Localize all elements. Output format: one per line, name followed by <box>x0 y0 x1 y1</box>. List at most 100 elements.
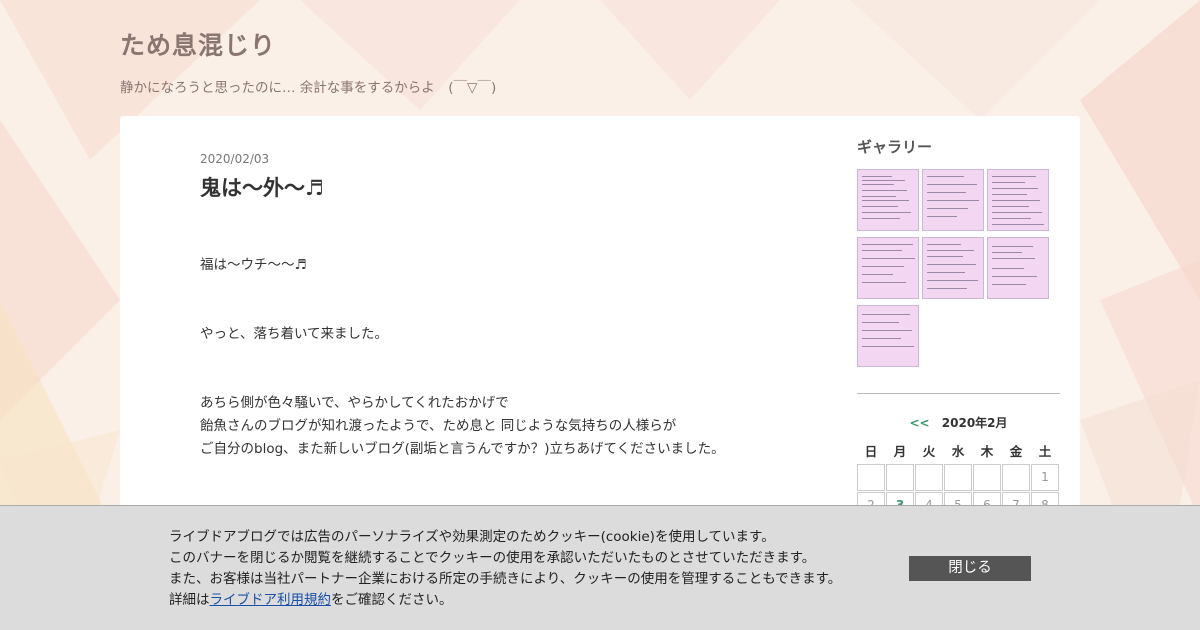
gallery-thumbnail[interactable] <box>857 305 919 367</box>
article-title[interactable]: 鬼は〜外〜♬ <box>200 172 780 202</box>
calendar-weekday: 木 <box>980 444 994 459</box>
thumbnail-text-line <box>927 216 957 217</box>
calendar-header: << 2020年2月 <box>857 414 1060 431</box>
thumbnail-text-line <box>927 192 966 193</box>
article-line: あちら側が色々騒いで、やらかしてくれたおかげで <box>200 395 509 411</box>
thumbnail-text-line <box>927 208 968 209</box>
thumbnail-text-line <box>862 266 904 267</box>
thumbnail-text-line <box>862 258 915 259</box>
article-line: やっと、落ち着いて来ました。 <box>200 326 389 342</box>
thumbnail-text-line <box>927 250 974 251</box>
calendar-day: 1 <box>1031 464 1059 491</box>
calendar-empty-cell <box>1002 464 1030 491</box>
thumbnail-text-line <box>992 212 1042 213</box>
thumbnail-text-line <box>992 224 1044 225</box>
thumbnail-text-line <box>862 196 896 197</box>
sidebar: ギャラリー << 2020年2月 日月火水木金土12345678 <box>857 136 1060 519</box>
cookie-detail-suffix: をご確認ください。 <box>331 592 453 608</box>
gallery-thumbnail[interactable] <box>857 237 919 299</box>
thumbnail-text-line <box>862 322 899 323</box>
site-header: ため息混じり 静かになろうと思ったのに… 余計な事をするからよ (￣▽￣) <box>120 26 496 96</box>
gallery-thumbnail[interactable] <box>857 169 919 231</box>
site-title[interactable]: ため息混じり <box>120 26 496 62</box>
thumbnail-text-line <box>927 176 964 177</box>
article-body: 福は〜ウチ〜〜♬ やっと、落ち着いて来ました。 あちら側が色々騒いで、やらかして… <box>200 254 780 461</box>
calendar-month: 2020年2月 <box>941 416 1008 430</box>
calendar-weekday: 水 <box>951 444 965 459</box>
article-date: 2020/02/03 <box>200 152 270 166</box>
calendar-empty-cell <box>886 464 914 491</box>
thumbnail-text-line <box>927 256 963 257</box>
thumbnail-text-line <box>862 176 892 177</box>
thumbnail-text-line <box>927 184 977 185</box>
article-paragraph: やっと、落ち着いて来ました。 <box>200 323 780 346</box>
calendar-empty-cell <box>973 464 1001 491</box>
cookie-text: ライブドアブログでは広告のパーソナライズや効果測定のためクッキー(cookie)… <box>169 527 841 611</box>
gallery-thumbnail[interactable] <box>922 237 984 299</box>
calendar-weekday: 土 <box>1038 444 1052 459</box>
thumbnail-text-line <box>992 200 1040 201</box>
calendar-empty-cell <box>944 464 972 491</box>
calendar-empty-cell <box>915 464 943 491</box>
thumbnail-text-line <box>992 246 1033 247</box>
article-line: 飴魚さんのブログが知れ渡ったようで、ため息と 同じような気持ちの人様らが <box>200 418 677 434</box>
cookie-close-button[interactable]: 閉じる <box>909 556 1031 581</box>
thumbnail-text-line <box>862 218 900 219</box>
sidebar-divider <box>857 393 1060 394</box>
thumbnail-text-line <box>862 314 910 315</box>
thumbnail-text-line <box>862 338 901 339</box>
gallery-grid <box>857 169 1060 367</box>
thumbnail-text-line <box>992 284 1026 285</box>
gallery-title: ギャラリー <box>857 138 933 156</box>
cookie-banner: ライブドアブログでは広告のパーソナライズや効果測定のためクッキー(cookie)… <box>0 505 1200 630</box>
calendar-weekday: 月 <box>893 444 907 459</box>
article: 2020/02/03 鬼は〜外〜♬ 福は〜ウチ〜〜♬ やっと、落ち着いて来ました… <box>200 152 780 507</box>
calendar-weekday: 火 <box>922 444 936 459</box>
gallery-thumbnail[interactable] <box>987 237 1049 299</box>
thumbnail-text-line <box>927 280 978 281</box>
thumbnail-text-line <box>862 180 905 181</box>
calendar: << 2020年2月 日月火水木金土12345678 <box>857 414 1060 519</box>
thumbnail-text-line <box>992 182 1025 183</box>
thumbnail-text-line <box>992 268 1024 269</box>
thumbnail-text-line <box>992 194 1027 195</box>
thumbnail-text-line <box>992 188 1038 189</box>
thumbnail-text-line <box>862 190 907 191</box>
thumbnail-text-line <box>862 250 902 251</box>
thumbnail-text-line <box>862 346 914 347</box>
calendar-weekday: 日 <box>864 444 878 459</box>
article-line: 福は〜ウチ〜〜♬ <box>200 257 307 273</box>
article-line: ご自分のblog、また新しいブログ(副垢と言うんですか？)立ちあげてくださいまし… <box>200 441 725 457</box>
gallery-thumbnail[interactable] <box>922 169 984 231</box>
article-paragraph: あちら側が色々騒いで、やらかしてくれたおかげで 飴魚さんのブログが知れ渡ったよう… <box>200 392 780 461</box>
cookie-detail-line: 詳細はライブドア利用規約をご確認ください。 <box>169 590 841 611</box>
thumbnail-text-line <box>992 218 1031 219</box>
thumbnail-text-line <box>862 330 912 331</box>
thumbnail-text-line <box>862 184 894 185</box>
thumbnail-text-line <box>862 200 909 201</box>
thumbnail-text-line <box>992 206 1029 207</box>
thumbnail-text-line <box>927 288 967 289</box>
thumbnail-text-line <box>927 264 976 265</box>
cookie-line: このバナーを閉じるか閲覧を継続することでクッキーの使用を承認いただいたものとさせ… <box>169 550 816 566</box>
calendar-prev-link[interactable]: << <box>909 416 929 430</box>
terms-link[interactable]: ライブドア利用規約 <box>210 592 332 608</box>
site-description: 静かになろうと思ったのに… 余計な事をするからよ (￣▽￣) <box>120 80 497 96</box>
thumbnail-text-line <box>992 276 1037 277</box>
thumbnail-text-line <box>862 282 906 283</box>
thumbnail-text-line <box>992 176 1036 177</box>
thumbnail-text-line <box>862 212 911 213</box>
article-paragraph: 福は〜ウチ〜〜♬ <box>200 254 780 277</box>
thumbnail-text-line <box>992 258 1035 259</box>
thumbnail-text-line <box>927 244 961 245</box>
gallery-thumbnail[interactable] <box>987 169 1049 231</box>
thumbnail-text-line <box>927 272 965 273</box>
thumbnail-text-line <box>862 206 898 207</box>
cookie-line: ライブドアブログでは広告のパーソナライズや効果測定のためクッキー(cookie)… <box>169 529 775 545</box>
thumbnail-text-line <box>862 244 913 245</box>
thumbnail-text-line <box>862 274 893 275</box>
calendar-weekday: 金 <box>1009 444 1023 459</box>
cookie-detail-prefix: 詳細は <box>169 592 210 608</box>
cookie-line: また、お客様は当社パートナー企業における所定の手続きにより、クッキーの使用を管理… <box>169 571 842 587</box>
thumbnail-text-line <box>927 200 979 201</box>
